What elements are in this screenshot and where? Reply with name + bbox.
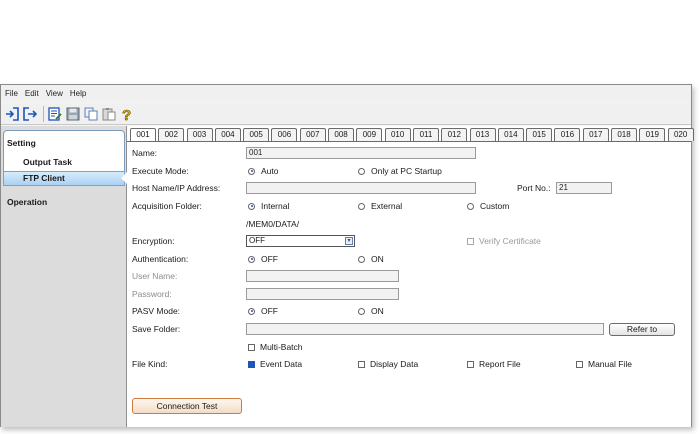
display-data-checkbox[interactable]: Display Data (358, 359, 418, 369)
paste-icon[interactable] (101, 106, 117, 122)
encryption-label: Encryption: (132, 236, 175, 246)
refer-to-button[interactable]: Refer to (609, 323, 675, 336)
acq-external-radio[interactable]: External (358, 201, 402, 211)
tab-012[interactable]: 012 (441, 128, 468, 141)
radio-selected (248, 167, 255, 175)
checkbox-unchecked (358, 360, 365, 368)
radio-unselected (358, 167, 365, 175)
port-label: Port No.: (517, 183, 551, 193)
menu-help[interactable]: Help (70, 89, 86, 98)
menu-view[interactable]: View (46, 89, 63, 98)
sidebar-operation-header[interactable]: Operation (7, 197, 47, 207)
sidebar-item-ftp-client[interactable]: FTP Client (23, 173, 65, 183)
pasv-off-radio[interactable]: OFF (248, 306, 278, 316)
tab-009[interactable]: 009 (356, 128, 383, 141)
tab-divider (127, 141, 691, 142)
tab-010[interactable]: 010 (384, 128, 411, 141)
auth-on-radio[interactable]: ON (358, 254, 384, 264)
name-label: Name: (132, 148, 158, 158)
checkbox-unchecked (467, 360, 474, 368)
password-field[interactable] (246, 288, 399, 300)
checkbox-unchecked (248, 343, 255, 351)
host-field[interactable] (246, 182, 476, 194)
tab-018[interactable]: 018 (611, 128, 638, 141)
edit-settings-icon[interactable] (47, 106, 63, 122)
acq-custom-radio[interactable]: Custom (467, 201, 509, 211)
acquisition-path: /MEM0/DATA/ (246, 219, 300, 229)
tab-011[interactable]: 011 (412, 128, 439, 141)
multi-batch-checkbox[interactable]: Multi-Batch (248, 342, 303, 352)
pasv-mode-label: PASV Mode: (132, 306, 181, 316)
tab-001[interactable]: 001 (130, 128, 156, 141)
radio-selected (248, 307, 255, 315)
authentication-label: Authentication: (132, 254, 189, 264)
toolbar: ? (1, 103, 691, 125)
radio-unselected (358, 202, 365, 210)
pasv-on-radio[interactable]: ON (358, 306, 384, 316)
radio-unselected (358, 307, 365, 315)
tab-003[interactable]: 003 (186, 128, 213, 141)
file-kind-label: File Kind: (132, 359, 168, 369)
tab-002[interactable]: 002 (158, 128, 185, 141)
checkbox-checked (248, 360, 255, 368)
login-icon[interactable] (4, 106, 20, 122)
task-tabs: 001 002 003 004 005 006 007 008 009 010 … (130, 128, 696, 141)
user-name-label: User Name: (132, 271, 178, 281)
app-window: File Edit View Help ? Setting Output Tas… (0, 84, 694, 427)
tab-017[interactable]: 017 (582, 128, 609, 141)
save-folder-label: Save Folder: (132, 324, 181, 334)
tab-007[interactable]: 007 (299, 128, 326, 141)
tab-015[interactable]: 015 (526, 128, 553, 141)
logout-icon[interactable] (22, 106, 38, 122)
execute-startup-radio[interactable]: Only at PC Startup (358, 166, 442, 176)
radio-unselected (358, 255, 365, 263)
acq-internal-radio[interactable]: Internal (248, 201, 289, 211)
event-data-checkbox[interactable]: Event Data (248, 359, 302, 369)
radio-selected (248, 255, 255, 263)
tab-020[interactable]: 020 (667, 128, 694, 141)
sidebar: Setting Output Task FTP Client Operation (1, 126, 127, 427)
tab-013[interactable]: 013 (469, 128, 496, 141)
password-label: Password: (132, 289, 172, 299)
menu-edit[interactable]: Edit (25, 89, 39, 98)
tab-019[interactable]: 019 (639, 128, 666, 141)
execute-auto-radio[interactable]: Auto (248, 166, 279, 176)
user-name-field[interactable] (246, 270, 399, 282)
port-field[interactable]: 21 (556, 182, 612, 194)
checkbox-unchecked (467, 237, 474, 245)
tab-005[interactable]: 005 (243, 128, 270, 141)
save-folder-field[interactable] (246, 323, 604, 335)
name-field[interactable]: 001 (246, 147, 476, 159)
radio-selected (248, 202, 255, 210)
sidebar-item-output-task[interactable]: Output Task (23, 157, 72, 167)
radio-unselected (467, 202, 474, 210)
tab-006[interactable]: 006 (271, 128, 298, 141)
execute-mode-label: Execute Mode: (132, 166, 189, 176)
svg-text:?: ? (122, 107, 131, 122)
tab-014[interactable]: 014 (497, 128, 524, 141)
sidebar-setting-header[interactable]: Setting (7, 138, 36, 148)
verify-certificate-checkbox[interactable]: Verify Certificate (467, 236, 541, 246)
toolbar-separator (43, 105, 44, 122)
help-icon[interactable]: ? (119, 106, 135, 122)
tab-004[interactable]: 004 (214, 128, 241, 141)
chevron-down-icon[interactable]: ▾ (345, 237, 353, 245)
acquisition-folder-label: Acquisition Folder: (132, 201, 202, 211)
manual-file-checkbox[interactable]: Manual File (576, 359, 632, 369)
host-label: Host Name/IP Address: (132, 183, 221, 193)
checkbox-unchecked (576, 360, 583, 368)
encryption-select[interactable]: OFF ▾ (246, 235, 355, 247)
auth-off-radio[interactable]: OFF (248, 254, 278, 264)
connection-test-button[interactable]: Connection Test (132, 398, 242, 414)
menu-file[interactable]: File (5, 89, 18, 98)
settings-panel: 001 002 003 004 005 006 007 008 009 010 … (127, 126, 694, 427)
copy-icon[interactable] (83, 106, 99, 122)
tab-008[interactable]: 008 (328, 128, 355, 141)
save-icon[interactable] (65, 106, 81, 122)
menu-bar: File Edit View Help (1, 85, 691, 102)
report-file-checkbox[interactable]: Report File (467, 359, 521, 369)
tab-016[interactable]: 016 (554, 128, 581, 141)
